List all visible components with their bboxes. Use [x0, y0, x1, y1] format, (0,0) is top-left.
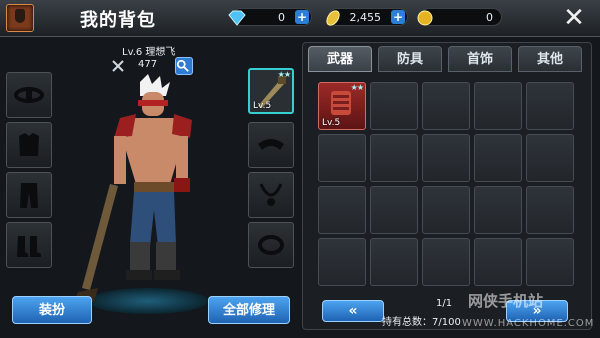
- magnifier-icon: [176, 59, 189, 72]
- holding-count: 持有总数：7/100: [382, 317, 461, 328]
- add-diamond-button[interactable]: +: [295, 10, 309, 24]
- inventory-slot[interactable]: [370, 238, 418, 286]
- diamond-amount: 0: [278, 11, 285, 24]
- pants-icon: [20, 183, 38, 208]
- shoulder-icon: [258, 139, 284, 150]
- gold-leaf-counter: 2,455 +: [326, 8, 408, 26]
- gold-leaf-icon: [326, 10, 340, 26]
- slot-belt[interactable]: [6, 72, 52, 118]
- inventory-slot[interactable]: [474, 134, 522, 182]
- inspect-button[interactable]: [175, 57, 193, 75]
- page-title: 我的背包: [80, 10, 156, 31]
- coin-amount: 0: [486, 11, 493, 24]
- inventory-item-slot[interactable]: ★★ Lv.5: [318, 82, 366, 130]
- ring-icon: [258, 235, 284, 255]
- inventory-slot[interactable]: [474, 186, 522, 234]
- character-level-name: Lv.6 理想飞: [122, 47, 176, 58]
- dress-up-button[interactable]: 装扮: [12, 296, 92, 324]
- inventory-slot[interactable]: [422, 134, 470, 182]
- boots-icon: [17, 236, 41, 257]
- inventory-slot[interactable]: [370, 82, 418, 130]
- item-stars: ★★: [350, 83, 364, 92]
- gold-leaf-amount: 2,455: [349, 11, 382, 24]
- double-chevron-left-icon: «: [348, 303, 358, 319]
- slot-boots[interactable]: [6, 222, 52, 268]
- coin-icon: [417, 10, 433, 26]
- character-model: [74, 74, 192, 302]
- inventory-slot[interactable]: [318, 134, 366, 182]
- slot-ring[interactable]: [248, 222, 294, 268]
- slot-shoulder[interactable]: [248, 122, 294, 168]
- helmet-icon[interactable]: [6, 4, 34, 32]
- slot-necklace[interactable]: [248, 172, 294, 218]
- page-indicator: 1/1: [436, 298, 453, 309]
- slot-pants[interactable]: [6, 172, 52, 218]
- inventory-slot[interactable]: [422, 82, 470, 130]
- weapon-stars: ★★: [277, 70, 291, 79]
- inventory-slot[interactable]: [422, 186, 470, 234]
- diamond-counter: 0 +: [228, 8, 312, 26]
- belt-icon: [14, 87, 44, 103]
- inventory-slot[interactable]: [318, 238, 366, 286]
- tab-weapon[interactable]: 武器: [308, 46, 372, 72]
- close-icon[interactable]: ✕: [560, 4, 588, 32]
- combat-power: 477: [138, 59, 158, 70]
- weapon-level: Lv.5: [253, 101, 272, 111]
- inventory-slot[interactable]: [526, 238, 574, 286]
- inventory-slot[interactable]: [526, 134, 574, 182]
- inventory-slot[interactable]: [422, 238, 470, 286]
- inventory-slot[interactable]: [370, 186, 418, 234]
- inventory-slot[interactable]: [526, 186, 574, 234]
- tab-other[interactable]: 其他: [518, 46, 582, 72]
- inventory-slot[interactable]: [474, 82, 522, 130]
- coin-counter: 0: [417, 8, 502, 26]
- tab-accessory[interactable]: 首饰: [448, 46, 512, 72]
- diamond-icon: [228, 10, 246, 26]
- inventory-slot[interactable]: [370, 134, 418, 182]
- inventory-slot[interactable]: [526, 82, 574, 130]
- inventory-slot[interactable]: [474, 238, 522, 286]
- repair-all-button[interactable]: 全部修理: [208, 296, 290, 324]
- necklace-icon: [259, 183, 283, 206]
- watermark-url: WWW.HACKHOME.COM: [462, 318, 595, 329]
- top-bar: 我的背包 0 + 2,455 + 0 ✕: [0, 0, 600, 37]
- crossed-swords-icon: [112, 60, 124, 72]
- armor-icon: [19, 133, 39, 156]
- add-gold-leaf-button[interactable]: +: [391, 10, 405, 24]
- inventory-slot[interactable]: [318, 186, 366, 234]
- slot-armor[interactable]: [6, 122, 52, 168]
- prev-page-button[interactable]: «: [322, 300, 384, 322]
- tab-armor[interactable]: 防具: [378, 46, 442, 72]
- watermark-brand: 网侠手机站: [468, 292, 544, 310]
- equipped-weapon-slot[interactable]: ★★ Lv.5: [248, 68, 294, 114]
- item-level: Lv.5: [322, 118, 341, 128]
